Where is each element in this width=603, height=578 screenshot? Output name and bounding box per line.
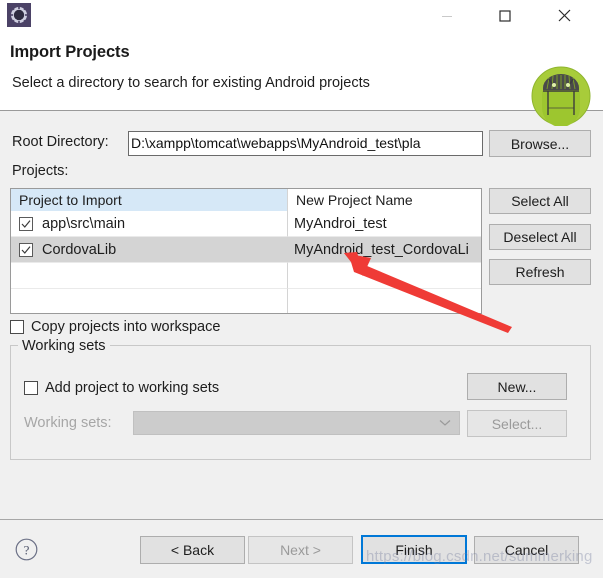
project-name-text: CordovaLib: [42, 241, 117, 258]
column-header-new-project-name[interactable]: New Project Name: [287, 189, 481, 211]
minimize-icon: [442, 15, 452, 17]
maximize-icon: [499, 9, 511, 22]
browse-button[interactable]: Browse...: [489, 130, 591, 157]
project-name-text: app\src\main: [42, 215, 126, 232]
table-cell-empty: [287, 263, 481, 289]
working-sets-combobox: [133, 411, 460, 435]
add-project-to-working-sets-checkbox[interactable]: Add project to working sets: [24, 380, 219, 396]
minimize-button[interactable]: [424, 0, 470, 31]
copy-projects-label: Copy projects into workspace: [31, 319, 221, 335]
table-cell-project: CordovaLib: [11, 237, 287, 263]
table-cell-project: app\src\main: [11, 211, 287, 237]
cancel-button[interactable]: Cancel: [474, 536, 579, 564]
table-row-empty: [11, 289, 481, 313]
checkbox-box: [10, 320, 24, 334]
eclipse-icon: [7, 3, 31, 27]
root-directory-input[interactable]: D:\xampp\tomcat\webapps\MyAndroid_test\p…: [128, 131, 483, 156]
row-checkbox[interactable]: [19, 216, 33, 231]
back-button[interactable]: < Back: [140, 536, 245, 564]
table-cell-empty: [11, 263, 287, 289]
column-header-project-to-import[interactable]: Project to Import: [11, 189, 287, 211]
check-icon: [21, 219, 31, 228]
table-header-row: Project to Import New Project Name: [11, 189, 481, 211]
page-title: Import Projects: [10, 43, 130, 61]
check-icon: [21, 245, 31, 254]
page-subtitle: Select a directory to search for existin…: [12, 75, 370, 91]
copy-projects-checkbox[interactable]: Copy projects into workspace: [10, 319, 220, 335]
table-row[interactable]: CordovaLib MyAndroid_test_CordovaLi: [11, 237, 481, 263]
close-button[interactable]: [541, 0, 587, 31]
working-sets-label: Working sets:: [24, 415, 112, 431]
select-working-set-button: Select...: [467, 410, 567, 437]
table-cell-new-name: MyAndroid_test_CordovaLi: [287, 237, 481, 263]
refresh-button[interactable]: Refresh: [489, 259, 591, 285]
dialog-header: Import Projects Select a directory to se…: [0, 32, 603, 127]
working-sets-group: [10, 345, 591, 460]
table-cell-empty: [11, 289, 287, 313]
row-checkbox[interactable]: [19, 242, 33, 257]
projects-label: Projects:: [12, 163, 69, 179]
footer-separator: [0, 519, 603, 520]
close-icon: [558, 9, 570, 22]
import-projects-dialog: Import Projects Select a directory to se…: [0, 0, 603, 578]
chevron-down-icon: [439, 420, 451, 426]
title-bar: [0, 0, 603, 32]
table-cell-new-name: MyAndroi_test: [287, 211, 481, 237]
deselect-all-button[interactable]: Deselect All: [489, 224, 591, 250]
table-row[interactable]: app\src\main MyAndroi_test: [11, 211, 481, 237]
table-cell-empty: [287, 289, 481, 313]
add-project-label: Add project to working sets: [45, 380, 220, 396]
new-working-set-button[interactable]: New...: [467, 373, 567, 400]
svg-text:?: ?: [24, 543, 30, 558]
maximize-button[interactable]: [482, 0, 528, 31]
projects-table[interactable]: Project to Import New Project Name app\s…: [10, 188, 482, 314]
finish-button[interactable]: Finish: [361, 535, 467, 564]
next-button: Next >: [248, 536, 353, 564]
help-icon[interactable]: ?: [15, 538, 38, 561]
select-all-button[interactable]: Select All: [489, 188, 591, 214]
root-directory-label: Root Directory:: [12, 134, 109, 150]
checkbox-box: [24, 381, 38, 395]
table-row-empty: [11, 263, 481, 289]
android-robot-icon: [531, 66, 591, 127]
working-sets-group-title: Working sets: [18, 338, 110, 354]
